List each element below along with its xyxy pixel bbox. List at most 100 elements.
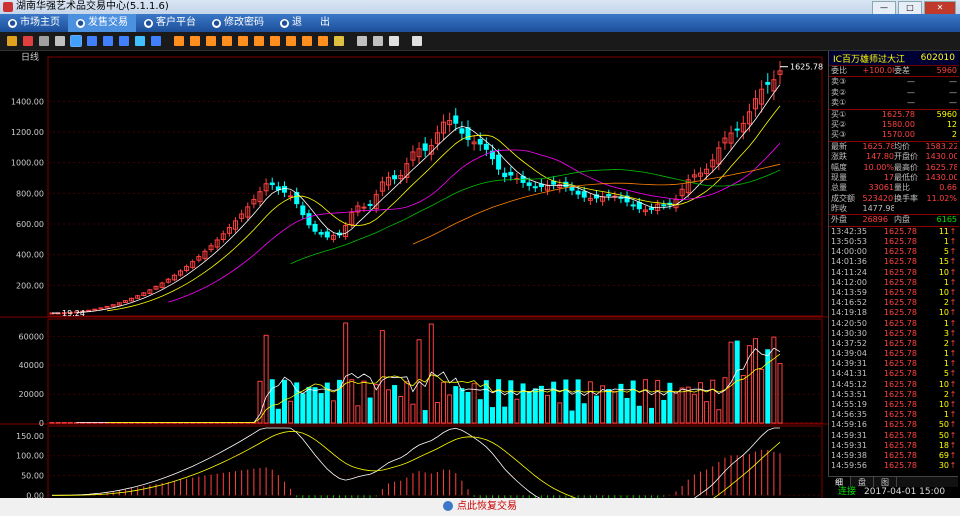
toolbar-tool-icon-22[interactable]: [373, 36, 383, 46]
toolbar-tool-icon-17[interactable]: [286, 36, 296, 46]
volume-bar: [642, 379, 648, 424]
toolbar-tool-icon-7[interactable]: [119, 36, 129, 46]
toolbar-tool-icon-11[interactable]: [190, 36, 200, 46]
resume-trading-link[interactable]: 点此恢复交易: [457, 501, 517, 512]
window-title: 湖南华强艺术品交易中心(5.1.1.6): [16, 1, 169, 12]
toolbar-tool-icon-24[interactable]: [412, 36, 422, 46]
tick-row: 14:01:36 1625.78 15 ↑: [829, 257, 959, 267]
stat-row: 幅度 10.00% 最高价 1625.78: [829, 163, 959, 173]
stat-value: 1430.00: [925, 172, 958, 182]
volume-bar: [612, 390, 618, 424]
tick-up-arrow-icon: ↑: [949, 308, 957, 318]
stat-row: 最新 1625.78 均价 1583.22: [829, 142, 959, 152]
tick-price: 1625.78: [883, 369, 917, 379]
tick-row: 14:53:51 1625.78 2 ↑: [829, 390, 959, 400]
stat-label: 量比: [894, 183, 910, 193]
maximize-button[interactable]: □: [898, 1, 922, 15]
toolbar-tool-icon-19[interactable]: [318, 36, 328, 46]
tick-volume: 15: [938, 257, 949, 267]
volume-bar: [392, 385, 398, 424]
stat-row: 成交额 52342075.00换手率 11.02%: [829, 194, 959, 204]
kline-chart[interactable]: 日线 1400.00 1200.00 1000.00 800.00 600.00 400.0…: [0, 51, 828, 516]
tick-volume: 1: [943, 237, 949, 247]
toolbar-tool-icon-8[interactable]: [135, 36, 145, 46]
tick-row: 14:00:00 1625.78 5 ↑: [829, 247, 959, 257]
volume-bar: [667, 382, 673, 424]
title-bar: 湖南华强艺术品交易中心(5.1.1.6) — □ ✕: [0, 0, 960, 15]
toolbar-tool-icon-12[interactable]: [206, 36, 216, 46]
stat-label: 成交额: [831, 193, 855, 203]
prev-close-value: 1477.98: [862, 204, 895, 214]
toolbar-tool-icon-5[interactable]: [87, 36, 97, 46]
connection-status: 连接: [838, 487, 857, 497]
minimize-button[interactable]: —: [872, 1, 896, 15]
stat-value: 52342075.00: [862, 193, 895, 203]
inner-value: 6165: [936, 215, 957, 225]
volume-bar: [691, 393, 697, 424]
tick-up-arrow-icon: ↑: [949, 440, 957, 450]
menu-icon: ●: [76, 18, 85, 28]
stat-value: 10.00%: [863, 162, 894, 172]
menu-item-4[interactable]: ● 退: [272, 14, 310, 32]
menu-item-5[interactable]: 出: [310, 14, 338, 32]
volume-bar: [508, 380, 514, 424]
tick-time: 14:00:00: [831, 247, 867, 257]
menu-item-2[interactable]: ● 客户平台: [136, 14, 204, 32]
sell-row: 卖② — —: [829, 88, 959, 98]
close-button[interactable]: ✕: [924, 1, 956, 15]
macd-tick-label: 0.00: [26, 491, 44, 498]
pane-frame-2: [47, 425, 823, 516]
toolbar-tool-icon-3[interactable]: [55, 36, 65, 46]
toolbar-tool-icon-13[interactable]: [222, 36, 232, 46]
resume-icon: [443, 501, 453, 511]
tick-up-arrow-icon: ↑: [949, 359, 957, 369]
toolbar-tool-icon-16[interactable]: [270, 36, 280, 46]
toolbar-tool-icon-14[interactable]: [238, 36, 248, 46]
menu-item-1[interactable]: ● 发售交易: [68, 14, 136, 32]
tick-row: 14:11:24 1625.78 10 ↑: [829, 268, 959, 278]
toolbar-tool-icon-9[interactable]: [151, 36, 161, 46]
toolbar-tool-icon-21[interactable]: [357, 36, 367, 46]
resume-trading-bar[interactable]: 点此恢复交易: [0, 498, 960, 516]
menu-item-3[interactable]: ● 修改密码: [204, 14, 272, 32]
stat-row: 现量 17 最低价 1430.00: [829, 173, 959, 183]
volume-bar: [453, 386, 459, 424]
toolbar-tool-icon-1[interactable]: [23, 36, 33, 46]
candle-body: [361, 206, 367, 209]
toolbar-tool-icon-18[interactable]: [302, 36, 312, 46]
toolbar-tool-icon-4[interactable]: [70, 35, 82, 47]
candle-body: [367, 203, 373, 206]
tick-row: 14:59:31 1625.78 18 ↑: [829, 441, 959, 451]
tick-up-arrow-icon: ↑: [949, 389, 957, 399]
toolbar-tool-icon-10[interactable]: [174, 36, 184, 46]
toolbar-tool-icon-23[interactable]: [389, 36, 399, 46]
pane-frame-0: [47, 56, 823, 317]
sell-vol: —: [949, 98, 957, 108]
outer-inner-row: 外盘 26896 内盘 6165: [829, 215, 959, 225]
toolbar-tool-icon-0[interactable]: [7, 36, 17, 46]
toolbar-tool-icon-2[interactable]: [39, 36, 49, 46]
toolbar-tool-icon-20[interactable]: [334, 36, 344, 46]
tick-volume: 30: [938, 461, 949, 471]
candle-body: [288, 195, 294, 198]
volume-bar: [459, 388, 465, 424]
tick-list[interactable]: 13:42:35 1625.78 11 ↑ 13:50:53 1625.78 1 ↑ 14:00…: [829, 227, 959, 472]
stock-code: 602010: [920, 53, 955, 63]
menu-icon: ●: [212, 18, 221, 28]
tick-up-arrow-icon: ↑: [949, 318, 957, 328]
kline-chart-area[interactable]: 日线 1400.00 1200.00 1000.00 800.00 600.00 400.0…: [0, 51, 828, 516]
toolbar-tool-icon-6[interactable]: [103, 36, 113, 46]
tick-price: 1625.78: [883, 247, 917, 257]
price-tick-label: 1000.00: [11, 159, 44, 168]
status-bar: 连接 2017-04-01 15:00: [828, 487, 960, 498]
stat-label: 最高价: [894, 162, 918, 172]
volume-bar: [581, 403, 587, 424]
candle-body: [661, 204, 667, 207]
toolbar-tool-icon-15[interactable]: [254, 36, 264, 46]
menu-item-0[interactable]: ● 市场主页: [0, 14, 68, 32]
macd-dea-line: [52, 430, 781, 516]
tick-price: 1625.78: [883, 379, 917, 389]
tick-volume: 5: [943, 369, 949, 379]
volume-bar: [318, 393, 324, 424]
tick-row: 13:50:53 1625.78 1 ↑: [829, 237, 959, 247]
